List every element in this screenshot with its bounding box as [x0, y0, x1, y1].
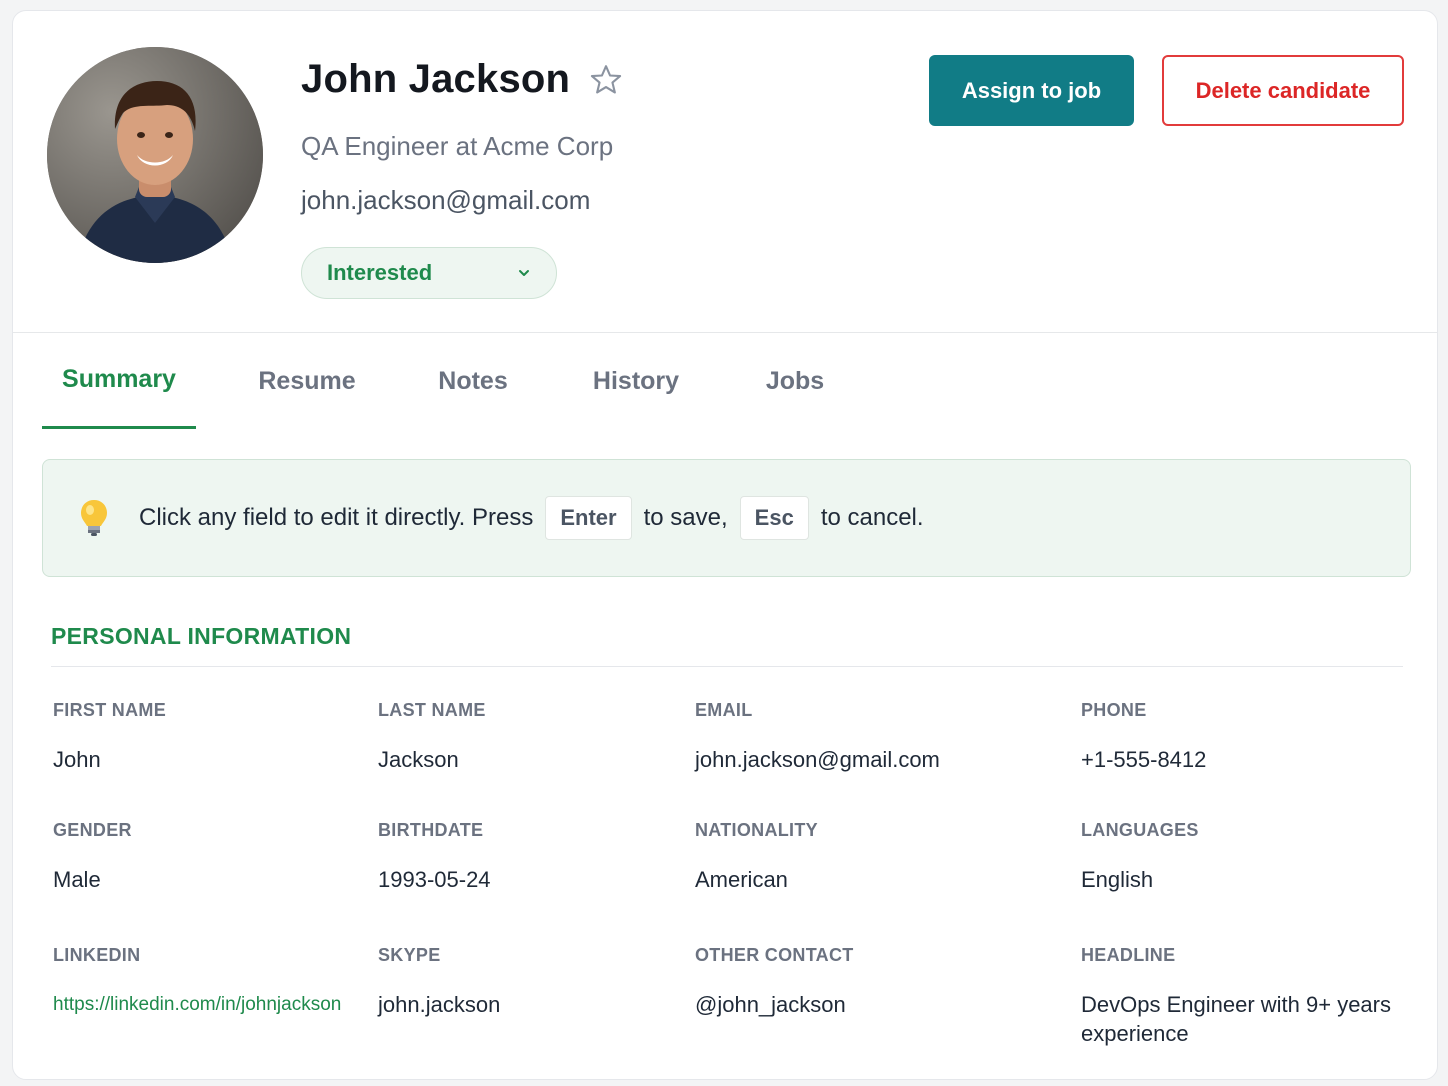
- hint-text-before: Click any field to edit it directly. Pre…: [139, 504, 534, 531]
- field-label: LAST NAME: [378, 700, 486, 720]
- name-row: John Jackson: [301, 57, 624, 102]
- field-first-name: FIRST NAME John: [53, 700, 166, 774]
- field-value[interactable]: @john_jackson: [695, 990, 854, 1019]
- field-phone: PHONE +1-555-8412: [1081, 700, 1206, 774]
- tab-summary[interactable]: Summary: [42, 333, 196, 429]
- field-languages: LANGUAGES English: [1081, 820, 1199, 894]
- delete-candidate-button[interactable]: Delete candidate: [1162, 55, 1404, 126]
- field-email: EMAIL john.jackson@gmail.com: [695, 700, 940, 774]
- field-value[interactable]: John: [53, 745, 166, 774]
- field-label: SKYPE: [378, 945, 441, 965]
- section-divider: [51, 666, 1403, 667]
- section-title-personal-info: PERSONAL INFORMATION: [51, 623, 352, 649]
- field-label: EMAIL: [695, 700, 753, 720]
- candidate-name: John Jackson: [301, 57, 571, 101]
- field-label: HEADLINE: [1081, 945, 1176, 965]
- field-value[interactable]: English: [1081, 865, 1199, 894]
- star-icon[interactable]: [588, 62, 624, 98]
- field-value[interactable]: john.jackson@gmail.com: [695, 745, 940, 774]
- hint-text-middle: to save,: [643, 504, 728, 531]
- field-other-contact: OTHER CONTACT @john_jackson: [695, 945, 854, 1019]
- candidate-subtitle: QA Engineer at Acme Corp: [301, 131, 614, 161]
- field-label: PHONE: [1081, 700, 1147, 720]
- status-dropdown[interactable]: Interested: [301, 247, 557, 299]
- field-birthdate: BIRTHDATE 1993-05-24: [378, 820, 491, 894]
- field-label: OTHER CONTACT: [695, 945, 854, 965]
- field-last-name: LAST NAME Jackson: [378, 700, 486, 774]
- field-headline: HEADLINE DevOps Engineer with 9+ years e…: [1081, 945, 1391, 1048]
- candidate-email: john.jackson@gmail.com: [301, 185, 591, 215]
- tab-resume[interactable]: Resume: [247, 333, 367, 429]
- esc-key-badge: Esc: [739, 496, 809, 540]
- field-nationality: NATIONALITY American: [695, 820, 818, 894]
- field-label: LINKEDIN: [53, 945, 141, 965]
- tab-bar: Summary Resume Notes History Jobs: [13, 333, 1437, 433]
- linkedin-link[interactable]: https://linkedin.com/in/johnjackson: [53, 990, 363, 1019]
- edit-hint-banner: Click any field to edit it directly. Pre…: [42, 459, 1411, 577]
- field-value[interactable]: DevOps Engineer with 9+ years experience: [1081, 990, 1391, 1048]
- field-value[interactable]: 1993-05-24: [378, 865, 491, 894]
- field-value[interactable]: +1-555-8412: [1081, 745, 1206, 774]
- tab-notes[interactable]: Notes: [423, 333, 523, 429]
- field-value[interactable]: American: [695, 865, 818, 894]
- hint-text-after: to cancel.: [820, 504, 924, 531]
- assign-to-job-button[interactable]: Assign to job: [929, 55, 1134, 126]
- candidate-header: John Jackson QA Engineer at Acme Corp jo…: [13, 11, 1437, 333]
- field-linkedin: LINKEDIN https://linkedin.com/in/johnjac…: [53, 945, 363, 1019]
- field-gender: GENDER Male: [53, 820, 132, 894]
- candidate-avatar: [47, 47, 263, 263]
- tab-jobs[interactable]: Jobs: [755, 333, 835, 429]
- field-label: LANGUAGES: [1081, 820, 1199, 840]
- avatar-photo: [47, 47, 263, 263]
- field-label: FIRST NAME: [53, 700, 166, 720]
- enter-key-badge: Enter: [545, 496, 632, 540]
- status-value: Interested: [327, 260, 433, 285]
- field-skype: SKYPE john.jackson: [378, 945, 500, 1019]
- field-label: NATIONALITY: [695, 820, 818, 840]
- tab-history[interactable]: History: [579, 333, 693, 429]
- field-value[interactable]: john.jackson: [378, 990, 500, 1019]
- field-label: BIRTHDATE: [378, 820, 484, 840]
- field-value[interactable]: Male: [53, 865, 132, 894]
- candidate-card: John Jackson QA Engineer at Acme Corp jo…: [12, 10, 1438, 1080]
- field-label: GENDER: [53, 820, 132, 840]
- chevron-down-icon: [519, 270, 529, 276]
- field-value[interactable]: Jackson: [378, 745, 486, 774]
- lightbulb-icon: [81, 500, 107, 536]
